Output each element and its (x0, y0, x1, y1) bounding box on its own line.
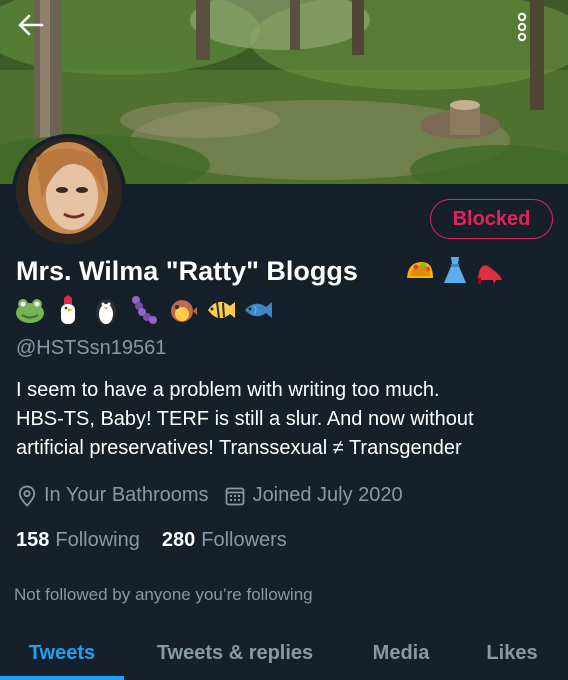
tab-tweets[interactable]: Tweets (0, 626, 124, 680)
bio-line: HBS-TS, Baby! TERF is still a slur. And … (16, 408, 474, 430)
followed-by-note: Not followed by anyone you’re following (14, 585, 313, 604)
profile-photo (16, 138, 122, 244)
bio-line: I seem to have a problem with writing to… (16, 379, 440, 401)
location-pin-icon (18, 485, 36, 507)
location: In Your Bathrooms (18, 484, 209, 507)
high-heel-icon (478, 265, 502, 284)
bio-line: artificial preservatives! Transsexual ≠ … (16, 437, 462, 459)
display-name: Mrs. Wilma "Ratty" Bloggs (16, 256, 358, 286)
taco-icon (407, 262, 433, 278)
user-handle: @HSTSsn19561 (16, 337, 167, 359)
name-emojis (404, 254, 506, 286)
caterpillar-icon (132, 296, 157, 324)
tab-likes[interactable]: Likes (456, 626, 568, 680)
join-date-text: Joined July 2020 (252, 484, 403, 506)
follow-stats: 158 Following 280 Followers (16, 529, 309, 552)
frog-icon (16, 299, 44, 323)
tropical-fish-icon (208, 301, 235, 319)
bio: I seem to have a problem with writing to… (16, 376, 556, 463)
chicken-icon (61, 295, 75, 324)
followers-link[interactable]: 280 Followers (162, 529, 287, 552)
calendar-icon (225, 487, 244, 505)
dress-icon (444, 257, 466, 283)
back-button[interactable] (18, 14, 54, 50)
following-link[interactable]: 158 Following (16, 529, 140, 552)
following-label: Following (55, 529, 140, 551)
blocked-button[interactable]: Blocked (430, 199, 553, 239)
tab-media[interactable]: Media (346, 626, 456, 680)
join-date: Joined July 2020 (225, 484, 403, 507)
followers-count: 280 (161, 529, 196, 551)
location-text: In Your Bathrooms (44, 484, 209, 506)
profile-tabs: Tweets Tweets & replies Media Likes (0, 626, 568, 680)
blowfish-icon (171, 300, 197, 322)
followers-label: Followers (201, 529, 287, 551)
profile-meta: In Your Bathrooms Joined July 2020 (18, 484, 419, 507)
following-count: 158 (16, 529, 50, 551)
fish-icon (245, 302, 272, 318)
arrow-left-icon (18, 14, 44, 36)
vertical-dots-icon (517, 12, 527, 42)
tab-tweets-and-replies[interactable]: Tweets & replies (124, 626, 346, 680)
more-options-button[interactable] (516, 12, 552, 52)
penguin-icon (96, 299, 116, 325)
avatar[interactable] (12, 134, 126, 248)
bio-emoji-line (14, 294, 274, 326)
